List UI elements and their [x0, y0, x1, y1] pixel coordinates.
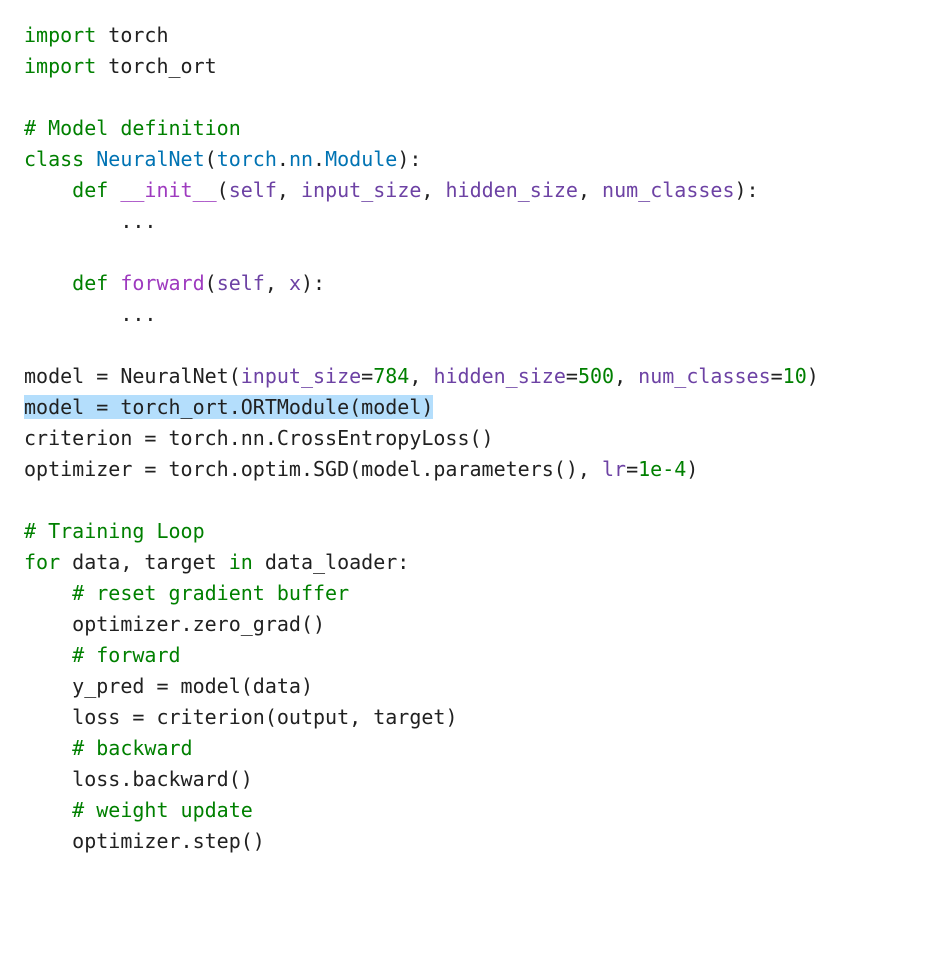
line-comment-backward: # backward [24, 736, 193, 760]
line-comment-reset-grad: # reset gradient buffer [24, 581, 349, 605]
line-import-torch: import torch [24, 23, 169, 47]
line-forward-def: def forward(self, x): [24, 271, 325, 295]
line-comment-model-def: # Model definition [24, 116, 241, 140]
line-for-loop: for data, target in data_loader: [24, 550, 409, 574]
line-import-torch-ort: import torch_ort [24, 54, 217, 78]
line-comment-training-loop: # Training Loop [24, 519, 205, 543]
line-init-body: ... [24, 209, 156, 233]
keyword-import: import [24, 23, 96, 47]
line-comment-forward: # forward [24, 643, 181, 667]
keyword-def: def [72, 178, 120, 202]
line-class-def: class NeuralNet(torch.nn.Module): [24, 147, 421, 171]
line-zero-grad: optimizer.zero_grad() [24, 612, 325, 636]
line-step: optimizer.step() [24, 829, 265, 853]
keyword-for: for [24, 550, 60, 574]
line-loss: loss = criterion(output, target) [24, 705, 457, 729]
code-block: import torch import torch_ort # Model de… [24, 20, 916, 857]
keyword-def: def [72, 271, 120, 295]
line-init-def: def __init__(self, input_size, hidden_si… [24, 178, 759, 202]
keyword-in: in [229, 550, 253, 574]
line-ort-module-highlighted: model = torch_ort.ORTModule(model) [24, 395, 433, 419]
highlight-ort-module: model = torch_ort.ORTModule(model) [24, 395, 433, 419]
line-optimizer: optimizer = torch.optim.SGD(model.parame… [24, 457, 698, 481]
keyword-import: import [24, 54, 96, 78]
line-model-instantiate: model = NeuralNet(input_size=784, hidden… [24, 364, 819, 388]
line-comment-weight-update: # weight update [24, 798, 253, 822]
keyword-class: class [24, 147, 84, 171]
line-backward: loss.backward() [24, 767, 253, 791]
line-criterion: criterion = torch.nn.CrossEntropyLoss() [24, 426, 494, 450]
line-ypred: y_pred = model(data) [24, 674, 313, 698]
line-forward-body: ... [24, 302, 156, 326]
